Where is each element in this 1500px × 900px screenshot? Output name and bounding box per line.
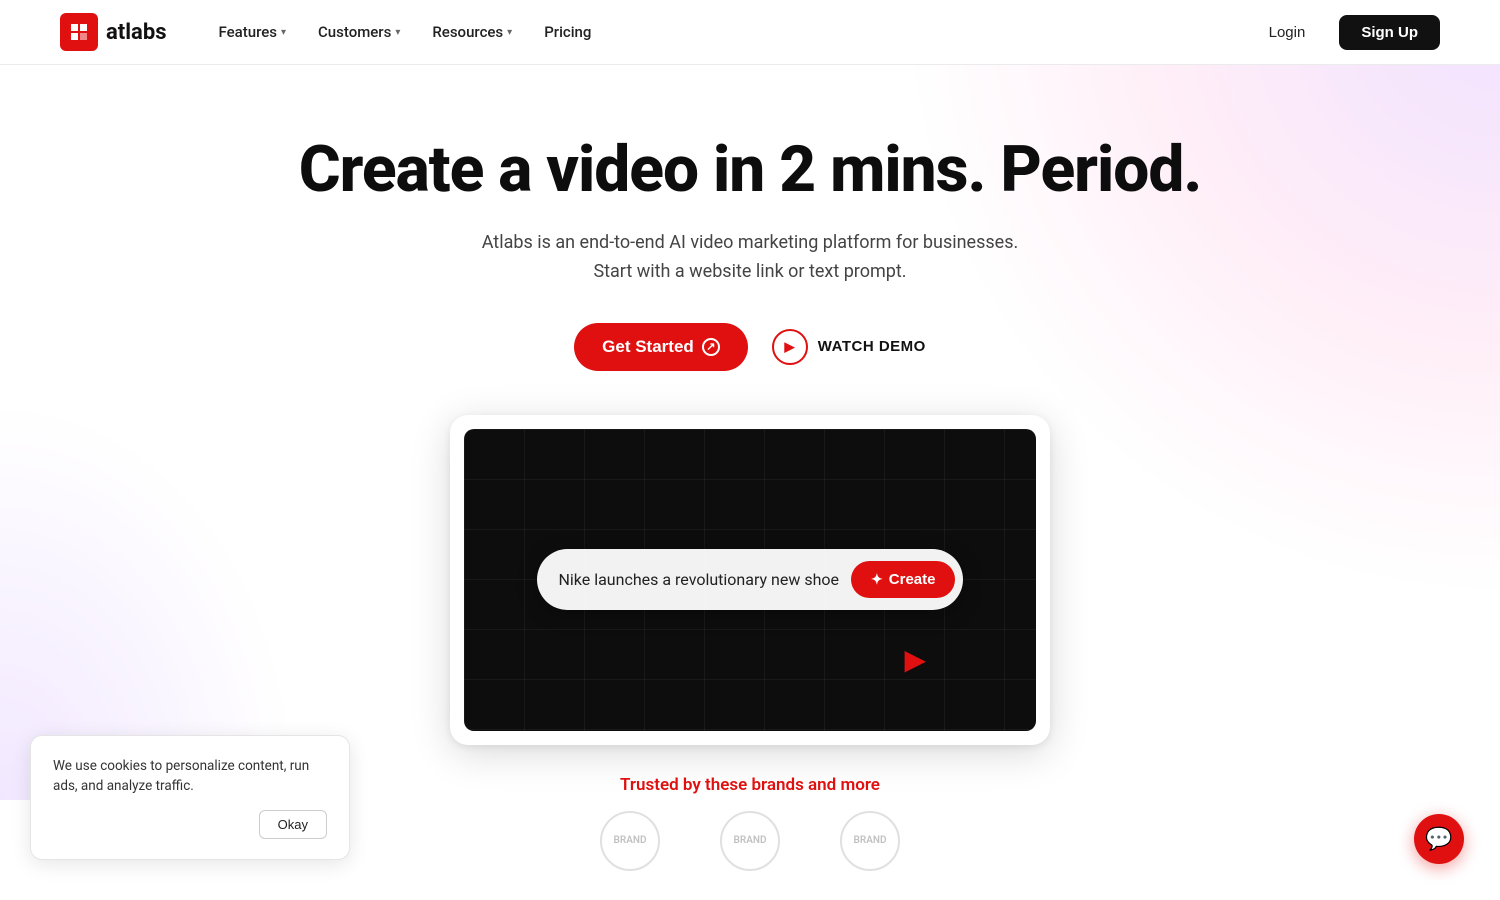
hero-subtitle: Atlabs is an end-to-end AI video marketi…	[482, 229, 1019, 287]
trusted-label: Trusted by these brands and more	[600, 775, 900, 795]
video-card[interactable]: Nike launches a revolutionary new shoe ✦…	[450, 415, 1050, 745]
play-icon: ▶	[772, 329, 808, 365]
brands-row: BRAND BRAND BRAND	[600, 811, 900, 871]
cta-row: Get Started ↗ ▶ WATCH DEMO	[574, 323, 926, 371]
nav-right: Login Sign Up	[1251, 15, 1440, 50]
video-inner: Nike launches a revolutionary new shoe ✦…	[464, 429, 1036, 731]
cookie-text: We use cookies to personalize content, r…	[53, 756, 327, 797]
video-prompt-bar: Nike launches a revolutionary new shoe ✦…	[537, 549, 964, 610]
nav-resources[interactable]: Resources ▾	[420, 17, 524, 47]
nav-links: Features ▾ Customers ▾ Resources ▾ Prici…	[207, 17, 604, 47]
chat-icon: 💬	[1425, 827, 1452, 852]
logo-text: atlabs	[106, 20, 167, 45]
nav-customers[interactable]: Customers ▾	[306, 17, 412, 47]
chevron-down-icon: ▾	[395, 27, 400, 38]
nav-features[interactable]: Features ▾	[207, 17, 299, 47]
nav-pricing[interactable]: Pricing	[532, 17, 603, 47]
signup-button[interactable]: Sign Up	[1339, 15, 1440, 50]
get-started-button[interactable]: Get Started ↗	[574, 323, 748, 371]
trusted-section: Trusted by these brands and more BRAND B…	[600, 775, 900, 871]
prompt-text: Nike launches a revolutionary new shoe	[559, 570, 840, 589]
chevron-down-icon: ▾	[507, 27, 512, 38]
create-button[interactable]: ✦ Create	[851, 561, 955, 598]
arrow-up-right-icon: ↗	[702, 338, 720, 356]
brand-logo-1: BRAND	[600, 811, 660, 871]
cursor-icon: ▶	[904, 643, 926, 676]
chat-widget-button[interactable]: 💬	[1414, 814, 1464, 864]
watch-demo-button[interactable]: ▶ WATCH DEMO	[772, 329, 926, 365]
brand-logo-3: BRAND	[840, 811, 900, 871]
nav-left: atlabs Features ▾ Customers ▾ Resources …	[60, 13, 603, 51]
hero-title: Create a video in 2 mins. Period.	[299, 135, 1202, 205]
sparkle-icon: ✦	[871, 571, 883, 588]
logo-icon	[60, 13, 98, 51]
brand-logo-2: BRAND	[720, 811, 780, 871]
login-button[interactable]: Login	[1251, 16, 1324, 49]
chevron-down-icon: ▾	[281, 27, 286, 38]
cookie-okay-button[interactable]: Okay	[259, 810, 327, 839]
navbar: atlabs Features ▾ Customers ▾ Resources …	[0, 0, 1500, 65]
logo[interactable]: atlabs	[60, 13, 167, 51]
cookie-banner: We use cookies to personalize content, r…	[30, 735, 350, 861]
